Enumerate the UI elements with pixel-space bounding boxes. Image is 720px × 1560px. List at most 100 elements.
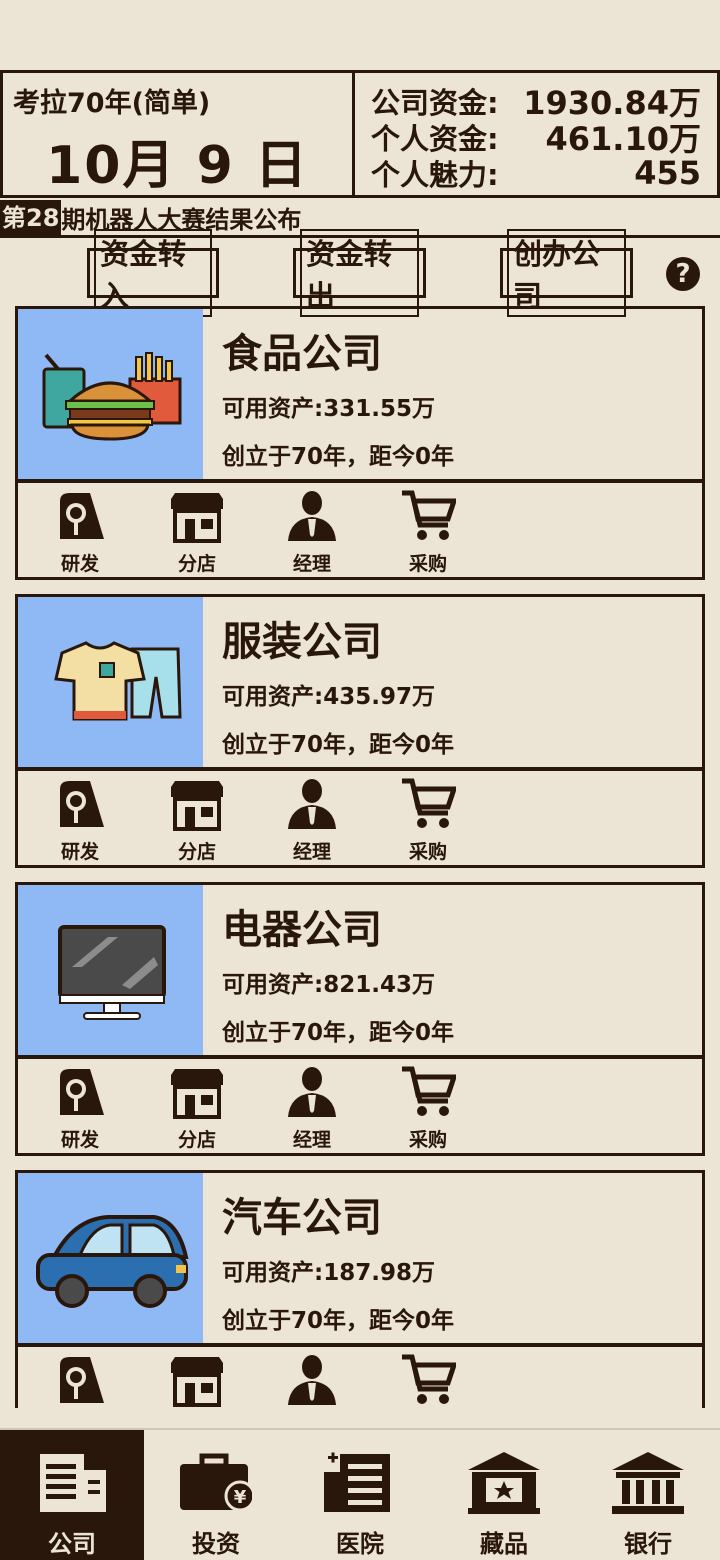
- shopping-cart-icon: [402, 490, 456, 540]
- manager-button[interactable]: 经理: [272, 775, 352, 863]
- company-image: [18, 309, 203, 479]
- hospital-icon: [324, 1452, 390, 1512]
- manager-icon: [288, 779, 336, 829]
- branch-label: 分店: [177, 553, 216, 575]
- company-card-food[interactable]: 食品公司 可用资产:331.55万 创立于70年，距今0年 研发 分店 经理 采…: [15, 306, 705, 580]
- shopping-cart-icon: [402, 1066, 456, 1116]
- company-building-icon: [40, 1454, 106, 1512]
- company-name: 汽车公司: [222, 1195, 382, 1241]
- branch-button[interactable]: 分店: [157, 1063, 237, 1151]
- company-founded: 创立于70年，距今0年: [222, 732, 455, 758]
- purchase-button[interactable]: 采购: [388, 487, 468, 575]
- shopping-cart-icon: [402, 778, 456, 828]
- nav-bank[interactable]: 银行: [576, 1430, 720, 1560]
- nav-company-label: 公司: [48, 1530, 96, 1558]
- branch-label: 分店: [177, 1129, 216, 1151]
- car-icon: [36, 1215, 189, 1308]
- burger-fries-drink-icon: [42, 352, 182, 441]
- manager-icon: [288, 491, 336, 541]
- nav-hospital[interactable]: 医院: [288, 1430, 432, 1560]
- tshirt-pants-icon: [54, 641, 182, 721]
- manager-label: 经理: [292, 841, 331, 863]
- help-icon[interactable]: ?: [666, 257, 700, 291]
- company-card-automobile[interactable]: 汽车公司 可用资产:187.98万 创立于70年，距今0年: [15, 1170, 705, 1408]
- transfer-in-button[interactable]: 资金转入: [87, 229, 219, 317]
- nav-collection[interactable]: 藏品: [432, 1430, 576, 1560]
- branch-label: 分店: [177, 841, 216, 863]
- purchase-button[interactable]: [388, 1351, 468, 1408]
- bottom-nav: 公司 ¥ 投资 医院 藏品 银行: [0, 1428, 720, 1560]
- purchase-button[interactable]: 采购: [388, 1063, 468, 1151]
- company-founded: 创立于70年，距今0年: [222, 444, 455, 470]
- manager-button[interactable]: 经理: [272, 487, 352, 575]
- company-card-header[interactable]: 电器公司 可用资产:821.43万 创立于70年，距今0年: [15, 882, 705, 1058]
- company-card-header[interactable]: 食品公司 可用资产:331.55万 创立于70年，距今0年: [15, 306, 705, 482]
- branch-button[interactable]: 分店: [157, 487, 237, 575]
- research-label: 研发: [60, 1129, 99, 1151]
- company-name: 食品公司: [222, 331, 382, 377]
- storefront-icon: [171, 1069, 223, 1119]
- storefront-icon: [171, 781, 223, 831]
- research-label: 研发: [60, 553, 99, 575]
- microscope-icon: [60, 1357, 104, 1403]
- research-button[interactable]: [40, 1351, 120, 1408]
- manager-label: 经理: [292, 553, 331, 575]
- personal-funds-row: 个人资金: 461.10万: [371, 119, 701, 158]
- found-company-button[interactable]: 创办公司: [500, 229, 633, 317]
- funds-panel: 公司资金: 1930.84万 个人资金: 461.10万 个人魅力: 455: [352, 70, 720, 198]
- news-prefix: 第28: [0, 200, 62, 235]
- nav-company[interactable]: 公司: [0, 1430, 144, 1560]
- shopping-cart-icon: [402, 1354, 456, 1404]
- game-mode-label: 考拉70年(简单): [13, 88, 211, 119]
- company-card-header[interactable]: 汽车公司 可用资产:187.98万 创立于70年，距今0年: [15, 1170, 705, 1346]
- bank-icon: [612, 1452, 684, 1514]
- nav-hospital-label: 医院: [336, 1530, 384, 1558]
- microscope-icon: [60, 781, 104, 827]
- museum-star-icon: [468, 1452, 540, 1514]
- company-assets: 可用资产:331.55万: [222, 396, 435, 422]
- microscope-icon: [60, 493, 104, 539]
- nav-invest[interactable]: ¥ 投资: [144, 1430, 288, 1560]
- purchase-label: 采购: [408, 1129, 447, 1151]
- nav-collection-label: 藏品: [480, 1530, 528, 1558]
- company-card-header[interactable]: 服装公司 可用资产:435.97万 创立于70年，距今0年: [15, 594, 705, 770]
- company-tools: [15, 1344, 705, 1408]
- company-card-electronics[interactable]: 电器公司 可用资产:821.43万 创立于70年，距今0年 研发 分店 经理 采…: [15, 882, 705, 1156]
- branch-button[interactable]: [157, 1351, 237, 1408]
- manager-icon: [288, 1355, 336, 1405]
- company-assets: 可用资产:821.43万: [222, 972, 435, 998]
- date-panel: 考拉70年(简单) 10月 9 日: [0, 70, 355, 198]
- company-founded: 创立于70年，距今0年: [222, 1020, 455, 1046]
- company-assets: 可用资产:435.97万: [222, 684, 435, 710]
- transfer-out-button[interactable]: 资金转出: [293, 229, 426, 317]
- nav-bank-label: 银行: [624, 1530, 672, 1558]
- branch-button[interactable]: 分店: [157, 775, 237, 863]
- company-founded: 创立于70年，距今0年: [222, 1308, 455, 1334]
- manager-button[interactable]: [272, 1351, 352, 1408]
- research-button[interactable]: 研发: [40, 1063, 120, 1151]
- charm-row: 个人魅力: 455: [371, 154, 701, 192]
- company-image: [18, 1173, 203, 1343]
- manager-icon: [288, 1067, 336, 1117]
- charm-label: 个人魅力:: [371, 158, 499, 192]
- manager-button[interactable]: 经理: [272, 1063, 352, 1151]
- company-image: [18, 597, 203, 767]
- monitor-icon: [58, 925, 166, 1020]
- company-card-clothing[interactable]: 服装公司 可用资产:435.97万 创立于70年，距今0年 研发 分店 经理 采…: [15, 594, 705, 868]
- charm-value: 455: [634, 154, 701, 192]
- current-date: 10月 9 日: [46, 136, 309, 196]
- company-tools: 研发 分店 经理 采购: [15, 480, 705, 580]
- research-button[interactable]: 研发: [40, 775, 120, 863]
- research-label: 研发: [60, 841, 99, 863]
- company-name: 电器公司: [222, 907, 382, 953]
- briefcase-yen-icon: ¥: [180, 1453, 252, 1512]
- company-assets: 可用资产:187.98万: [222, 1260, 435, 1286]
- company-name: 服装公司: [222, 619, 382, 665]
- storefront-icon: [171, 1357, 223, 1407]
- research-button[interactable]: 研发: [40, 487, 120, 575]
- purchase-button[interactable]: 采购: [388, 775, 468, 863]
- company-list[interactable]: 食品公司 可用资产:331.55万 创立于70年，距今0年 研发 分店 经理 采…: [0, 304, 720, 1408]
- purchase-label: 采购: [408, 841, 447, 863]
- company-image: [18, 885, 203, 1055]
- manager-label: 经理: [292, 1129, 331, 1151]
